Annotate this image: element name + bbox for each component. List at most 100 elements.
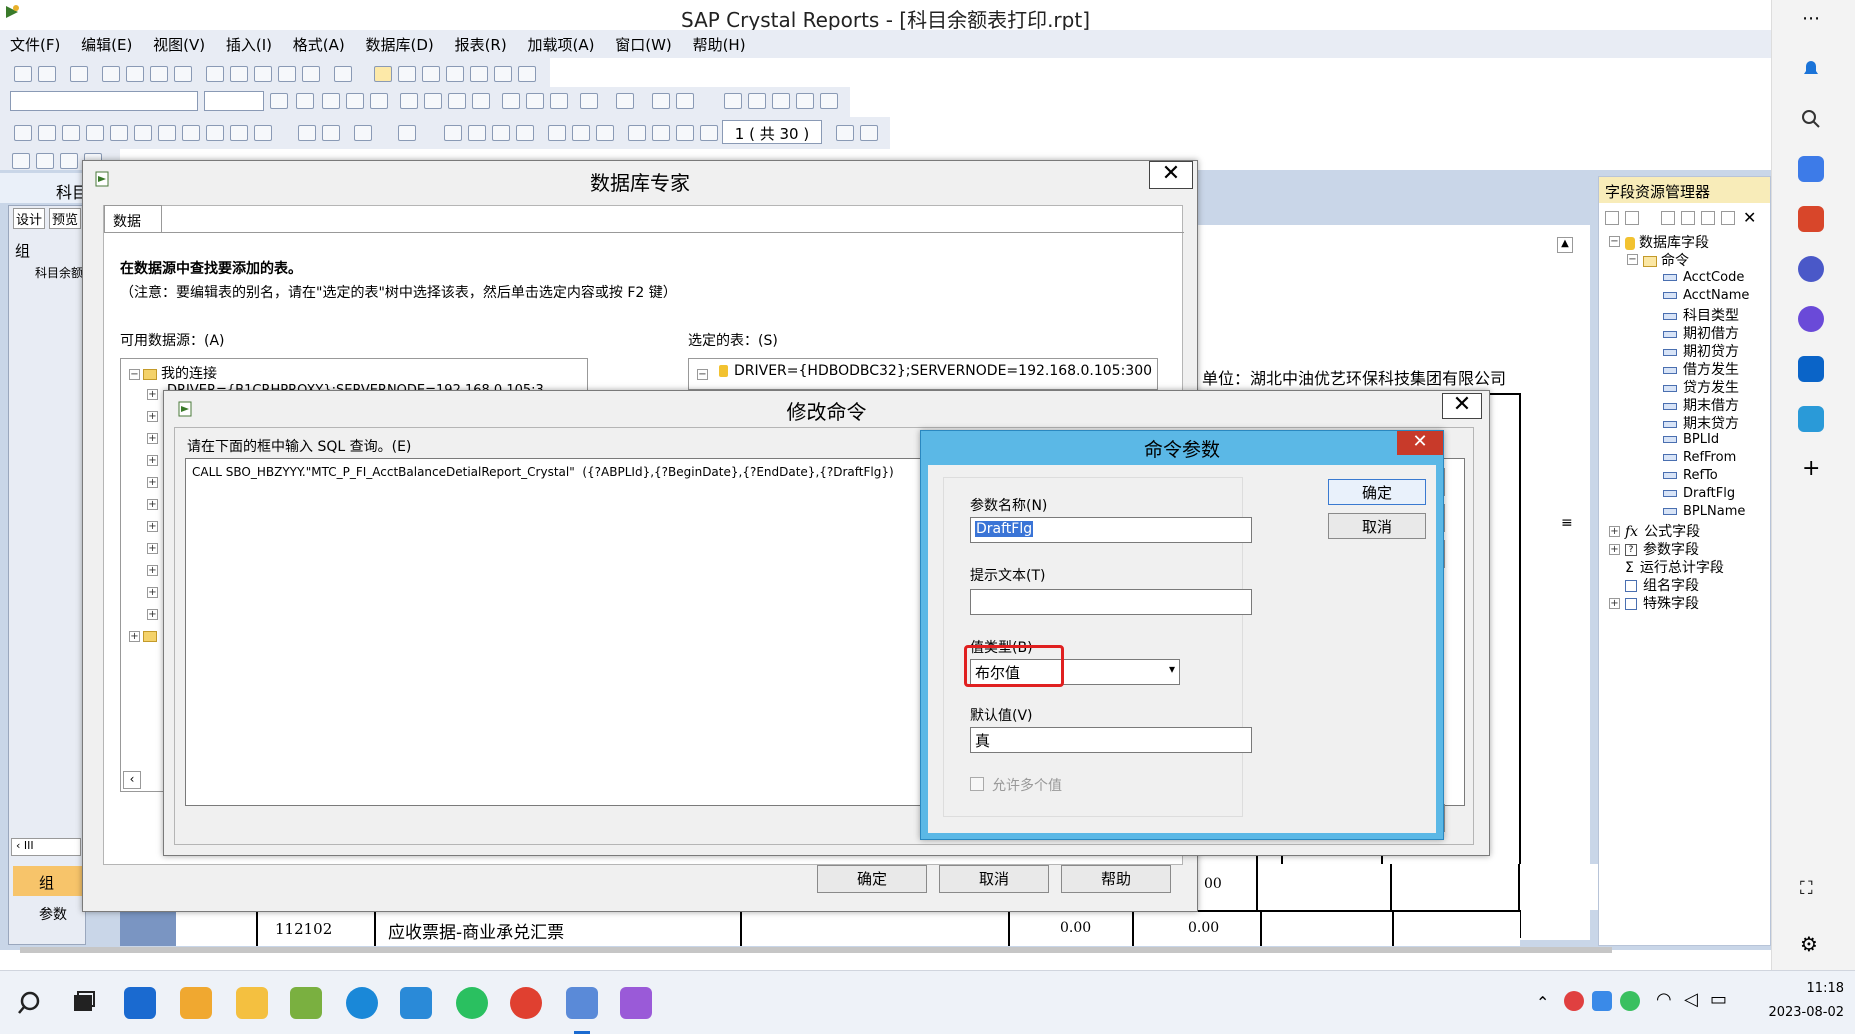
- cmd-params-cancel-button[interactable]: 取消: [1328, 513, 1426, 539]
- tray-app-icon[interactable]: [1592, 991, 1612, 1011]
- field-debit-amount[interactable]: 借方发生: [1663, 359, 1739, 379]
- underline-icon[interactable]: [370, 93, 388, 109]
- chevron-up-icon[interactable]: ⌃: [1536, 993, 1549, 1012]
- stop-icon[interactable]: [652, 125, 670, 141]
- section-expert-icon[interactable]: [444, 125, 462, 141]
- tree-expand-icon-5[interactable]: +: [147, 499, 158, 510]
- field-opening-credit[interactable]: 期初贷方: [1663, 341, 1739, 361]
- more-icon[interactable]: ⋯: [1802, 8, 1820, 29]
- preview-small-icon[interactable]: [60, 153, 78, 169]
- first-page-icon[interactable]: [676, 125, 694, 141]
- cmd-params-close-button[interactable]: ✕: [1397, 431, 1443, 455]
- binoculars-icon[interactable]: [518, 66, 536, 82]
- menu-format[interactable]: 格式(A): [283, 30, 351, 55]
- crystal-reports-icon[interactable]: [566, 987, 598, 1019]
- prompt-text-field[interactable]: [970, 589, 1252, 615]
- group-tree-tab[interactable]: 组: [13, 866, 85, 896]
- menu-database[interactable]: 数据库(D): [356, 30, 440, 55]
- field-account-type[interactable]: 科目类型: [1663, 305, 1739, 325]
- save-data-icon[interactable]: [36, 153, 54, 169]
- default-value-field[interactable]: 真: [970, 727, 1252, 753]
- clock-time[interactable]: 11:18: [1760, 981, 1844, 996]
- search-icon[interactable]: [16, 987, 48, 1019]
- task-view-icon[interactable]: [68, 987, 100, 1019]
- file-explorer-icon[interactable]: [236, 987, 268, 1019]
- edge-icon[interactable]: [346, 987, 378, 1019]
- toolbox-icon[interactable]: [1798, 206, 1824, 232]
- field-closing-debit[interactable]: 期末借方: [1663, 395, 1739, 415]
- command-node[interactable]: 命令: [1643, 250, 1689, 270]
- tree-expand-icon-3[interactable]: +: [147, 455, 158, 466]
- bold-icon[interactable]: [322, 93, 340, 109]
- field-reffrom[interactable]: RefFrom: [1663, 450, 1736, 465]
- my-connections-node[interactable]: 我的连接: [143, 363, 217, 383]
- undo-icon[interactable]: [302, 66, 320, 82]
- running-total-node[interactable]: Σ 运行总计字段: [1625, 557, 1724, 577]
- tree-expand-icon-8[interactable]: +: [147, 565, 158, 576]
- align-middle-icon[interactable]: [526, 93, 544, 109]
- db-expert-cancel-button[interactable]: 取消: [939, 865, 1049, 893]
- next-page-icon[interactable]: [836, 125, 854, 141]
- decimal-decrease-icon[interactable]: [820, 93, 838, 109]
- select-expert-icon[interactable]: [398, 125, 416, 141]
- print-icon[interactable]: [102, 66, 120, 82]
- browse-data-icon[interactable]: [1625, 211, 1639, 225]
- sort-expert-icon[interactable]: [354, 125, 372, 141]
- duplicate-field-icon[interactable]: [1721, 211, 1735, 225]
- field-acctname[interactable]: AcctName: [1663, 288, 1749, 303]
- copy-icon[interactable]: [230, 66, 248, 82]
- special-fields-node[interactable]: 特殊字段: [1625, 593, 1699, 613]
- menu-insert[interactable]: 插入(I): [216, 30, 278, 55]
- currency-icon[interactable]: [724, 93, 742, 109]
- battery-icon[interactable]: ▭: [1710, 989, 1727, 1010]
- special-expand-icon[interactable]: +: [1609, 598, 1620, 609]
- app-icon-1[interactable]: [180, 987, 212, 1019]
- smart-tag-icon[interactable]: [572, 125, 590, 141]
- scroll-grip-icon[interactable]: ≡: [1561, 515, 1573, 531]
- my-connections-collapse-icon[interactable]: −: [129, 369, 140, 380]
- tree-expand-icon-6[interactable]: +: [147, 521, 158, 532]
- insert-picture-icon[interactable]: [206, 125, 224, 141]
- volume-icon[interactable]: ◁: [1684, 989, 1698, 1010]
- delete-field-icon[interactable]: ✕: [1743, 208, 1756, 227]
- border-icon[interactable]: [616, 93, 634, 109]
- scroll-up-icon[interactable]: ▲: [1557, 237, 1573, 253]
- parameter-panel-tab[interactable]: 参数: [13, 898, 85, 928]
- formula-expand-icon[interactable]: +: [1609, 526, 1620, 537]
- toggle-field-view-icon[interactable]: [374, 66, 392, 82]
- refresh-icon[interactable]: [174, 66, 192, 82]
- suppress-icon[interactable]: [652, 93, 670, 109]
- app-icon-3[interactable]: [400, 987, 432, 1019]
- preview-tab[interactable]: 预览: [49, 208, 82, 229]
- decimal-increase-icon[interactable]: [796, 93, 814, 109]
- gear-icon[interactable]: ⚙: [1800, 932, 1818, 956]
- tray-wechat-icon[interactable]: [1620, 991, 1640, 1011]
- print-preview-icon[interactable]: [126, 66, 144, 82]
- selected-driver-node[interactable]: DRIVER={HDBODBC32};SERVERNODE=192.168.0.…: [719, 363, 1152, 379]
- formula-workshop-icon[interactable]: [468, 125, 486, 141]
- tree-scroll-left[interactable]: ‹: [123, 771, 141, 789]
- grow-font-icon[interactable]: [270, 93, 288, 109]
- cut-icon[interactable]: [206, 66, 224, 82]
- db-fields-node[interactable]: 数据库字段: [1625, 232, 1709, 252]
- field-credit-amount[interactable]: 贷方发生: [1663, 377, 1739, 397]
- tree-expand-icon-4[interactable]: +: [147, 477, 158, 488]
- report-explorer-icon[interactable]: [398, 66, 416, 82]
- justify-icon[interactable]: [472, 93, 490, 109]
- insert-chart-icon[interactable]: [230, 125, 248, 141]
- start-icon[interactable]: [124, 987, 156, 1019]
- search-icon[interactable]: [1798, 106, 1824, 132]
- report-options-icon[interactable]: [596, 125, 614, 141]
- rename-field-icon[interactable]: [1701, 211, 1715, 225]
- repository-icon[interactable]: [422, 66, 440, 82]
- bottom-scrollbar[interactable]: [20, 947, 1612, 953]
- tree-expand-icon-11[interactable]: +: [129, 631, 140, 642]
- percent-icon[interactable]: [772, 93, 790, 109]
- insert-subreport-icon[interactable]: [134, 125, 152, 141]
- parameter-fields-node[interactable]: ? 参数字段: [1625, 539, 1699, 559]
- new-icon[interactable]: [14, 66, 32, 82]
- format-painter-icon[interactable]: [278, 66, 296, 82]
- align-right-icon[interactable]: [448, 93, 466, 109]
- group-tree-item[interactable]: 科目余额: [35, 264, 83, 281]
- field-acctcode[interactable]: AcctCode: [1663, 270, 1744, 285]
